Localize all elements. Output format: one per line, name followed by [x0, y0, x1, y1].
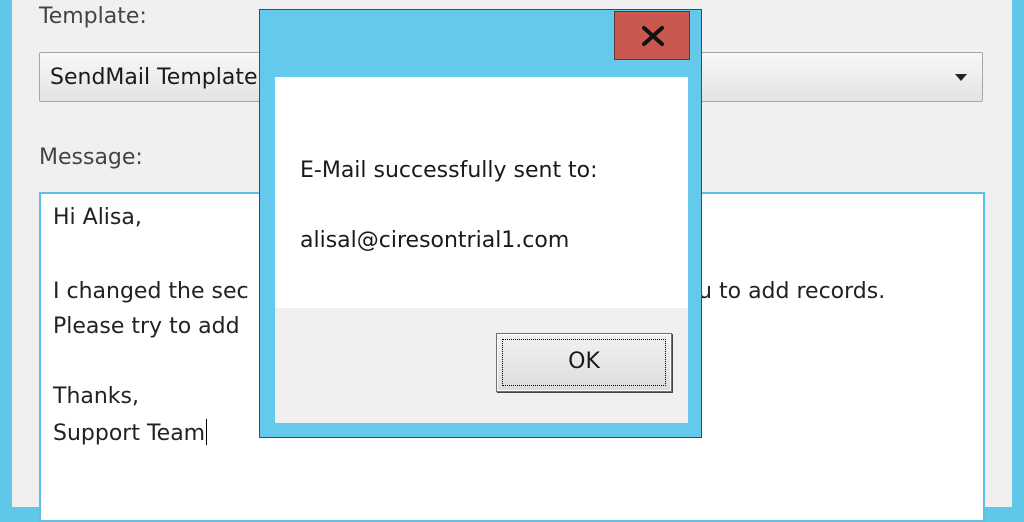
message-signature: Support Team: [53, 421, 206, 446]
ok-button-label: OK: [568, 349, 600, 374]
email-sent-dialog: X E-Mail successfully sent to: alisal@ci…: [259, 9, 702, 438]
message-line: Please try to add: [53, 314, 240, 339]
screen: { "parent_window": { "template_label": "…: [0, 0, 1024, 522]
message-line: Hi Alisa,: [53, 205, 142, 230]
template-selected-value: SendMail Template: [50, 65, 258, 90]
chevron-down-icon: [955, 74, 967, 81]
recipient-email: alisal@ciresontrial1.com: [300, 228, 570, 253]
dialog-message: E-Mail successfully sent to:: [300, 158, 598, 183]
message-line-start: I changed the sec: [53, 279, 249, 304]
dialog-button-bar: OK: [275, 308, 688, 423]
message-line: Thanks,: [53, 384, 140, 409]
message-label: Message:: [39, 145, 143, 170]
text-caret: [206, 419, 208, 445]
close-button-label: X: [615, 12, 616, 13]
message-line: Support Team: [53, 419, 208, 446]
template-label: Template:: [39, 4, 147, 29]
close-button[interactable]: X: [614, 11, 690, 60]
ok-button[interactable]: OK: [496, 333, 672, 392]
dialog-content: E-Mail successfully sent to: alisal@cire…: [275, 77, 688, 423]
message-line-end: ou to add records.: [684, 279, 886, 304]
close-icon: [642, 26, 664, 46]
